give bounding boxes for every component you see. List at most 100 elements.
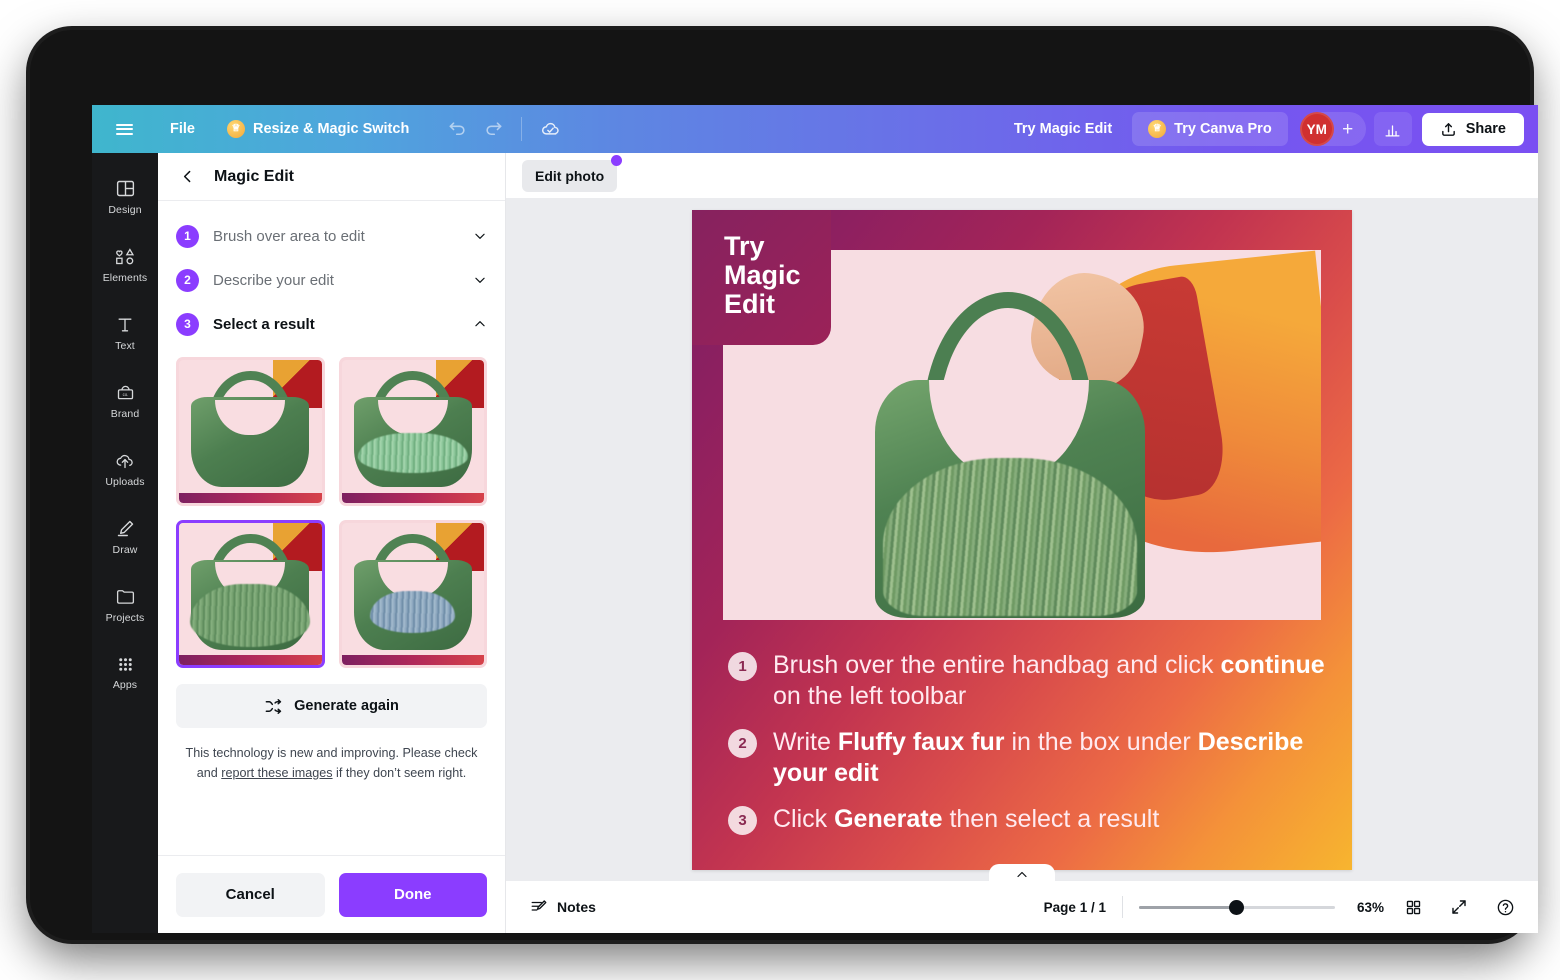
sidebar-label-elements: Elements	[102, 272, 148, 284]
share-button[interactable]: Share	[1421, 112, 1524, 146]
design-step-text-3: Click Generate then select a result	[773, 805, 1160, 833]
chevron-left-icon[interactable]	[176, 166, 198, 188]
zoom-slider[interactable]	[1138, 899, 1335, 915]
text-t-icon	[118, 318, 132, 331]
disclaimer-text: This technology is new and improving. Pl…	[180, 744, 483, 783]
edit-photo-label: Edit photo	[535, 167, 605, 184]
sidebar-item-design[interactable]: Design	[92, 163, 158, 231]
canvas-area: Edit photo Try Magic Edit 1 Brush over t…	[506, 153, 1538, 933]
draw-pen-icon	[117, 520, 133, 537]
undo-redo-group	[439, 111, 511, 147]
bottom-status-bar: Notes Page 1 / 1 63%	[506, 881, 1538, 933]
resize-magic-switch-button[interactable]: ♕ Resize & Magic Switch	[215, 113, 421, 145]
result-thumbnail-plain	[179, 360, 322, 503]
expand-fullscreen-icon[interactable]	[1442, 890, 1476, 924]
shuffle-icon	[265, 698, 282, 714]
cancel-button[interactable]: Cancel	[176, 872, 325, 917]
panel-footer: Cancel Done	[158, 855, 505, 933]
step-row-select-result[interactable]: 3 Select a result	[158, 305, 505, 343]
zoom-slider-fill	[1138, 905, 1234, 909]
top-toolbar: File ♕ Resize & Magic Switch Try Magic E…	[92, 105, 1538, 153]
purple-dot-indicator	[611, 154, 623, 166]
collapse-panel-tab[interactable]	[989, 864, 1055, 881]
sidebar-item-brand[interactable]: co. Brand	[92, 367, 158, 435]
sidebar-item-draw[interactable]: Draw	[92, 503, 158, 571]
grid-view-icon[interactable]	[1396, 890, 1430, 924]
design-step-1: 1 Brush over the entire handbag and clic…	[728, 650, 1326, 711]
design-step-number-3: 3	[728, 806, 757, 835]
share-label: Share	[1465, 121, 1506, 137]
step-row-brush[interactable]: 1 Brush over area to edit	[158, 217, 505, 255]
result-thumbnail-blue-fur	[341, 522, 484, 665]
try-magic-edit-button[interactable]: Try Magic Edit	[1000, 113, 1126, 145]
done-button[interactable]: Done	[338, 872, 487, 917]
sidebar-label-apps: Apps	[112, 679, 138, 691]
undo-icon[interactable]	[439, 111, 475, 147]
analytics-bar-chart-icon[interactable]	[1373, 112, 1412, 146]
toolbar-divider	[521, 117, 523, 141]
left-rail: Design Elements Text co. Brand Uploads D…	[92, 153, 158, 933]
sidebar-item-apps[interactable]: Apps	[92, 639, 158, 707]
try-canva-pro-button[interactable]: ♕ Try Canva Pro	[1132, 112, 1288, 146]
step-row-describe[interactable]: 2 Describe your edit	[158, 261, 505, 299]
sidebar-item-uploads[interactable]: Uploads	[92, 435, 158, 503]
zoom-percentage: 63%	[1356, 899, 1384, 915]
avatar-group[interactable]: YM +	[1299, 112, 1366, 146]
report-these-images-link[interactable]: report these images	[221, 766, 332, 780]
result-tile-4[interactable]	[338, 519, 487, 668]
result-tile-3[interactable]	[176, 519, 325, 668]
result-tile-1[interactable]	[176, 357, 325, 506]
generate-again-button[interactable]: Generate again	[176, 684, 487, 728]
redo-icon[interactable]	[475, 111, 511, 147]
page-title: Magic Edit	[214, 167, 295, 185]
design-step-text-2: Write Fluffy faux fur in the box under D…	[773, 728, 1304, 787]
design-step-number-2: 2	[728, 729, 757, 758]
sidebar-item-elements[interactable]: Elements	[92, 231, 158, 299]
crown-icon: ♕	[1148, 120, 1167, 138]
cloud-check-icon[interactable]	[532, 111, 568, 147]
edit-photo-button[interactable]: Edit photo	[522, 154, 623, 192]
design-layout-icon	[116, 180, 134, 197]
try-magic-edit-badge: Try Magic Edit	[692, 210, 831, 346]
design-page[interactable]: Try Magic Edit 1 Brush over the entire h…	[692, 210, 1352, 870]
design-step-text-1: Brush over the entire handbag and click …	[773, 651, 1325, 710]
sidebar-label-draw: Draw	[112, 544, 138, 556]
result-tile-2[interactable]	[338, 357, 487, 506]
sidebar-item-projects[interactable]: Projects	[92, 571, 158, 639]
chevron-up-icon	[1017, 871, 1027, 878]
result-thumbnail-mint-fur	[341, 360, 484, 503]
elements-shapes-icon	[115, 248, 134, 265]
disclaimer-suffix: if they don’t seem right.	[332, 765, 467, 780]
share-upload-icon	[1441, 122, 1455, 136]
avatar[interactable]: YM	[1299, 112, 1334, 146]
help-question-icon[interactable]	[1488, 890, 1522, 924]
panel-body: 1 Brush over area to edit 2 Describe you…	[158, 201, 505, 855]
sidebar-label-uploads: Uploads	[105, 476, 145, 488]
step-badge-2: 2	[176, 268, 199, 292]
step-badge-1: 1	[176, 224, 199, 248]
projects-folder-icon	[116, 590, 134, 604]
crown-icon: ♕	[226, 120, 245, 138]
hamburger-icon[interactable]	[106, 111, 142, 147]
sidebar-label-projects: Projects	[105, 612, 145, 624]
magic-edit-panel: Magic Edit 1 Brush over area to edit 2 D…	[158, 153, 506, 933]
canvas-stage[interactable]: Try Magic Edit 1 Brush over the entire h…	[506, 199, 1538, 881]
panel-header: Magic Edit	[158, 153, 505, 201]
device-bezel: File ♕ Resize & Magic Switch Try Magic E…	[30, 30, 1538, 940]
app-screen: File ♕ Resize & Magic Switch Try Magic E…	[92, 105, 1538, 933]
zoom-slider-thumb[interactable]	[1229, 899, 1245, 915]
notes-button[interactable]: Notes	[522, 892, 604, 922]
add-collaborator-button[interactable]: +	[1334, 120, 1362, 139]
sidebar-item-text[interactable]: Text	[92, 299, 158, 367]
step-label-describe: Describe your edit	[213, 271, 334, 289]
results-grid	[158, 349, 505, 668]
notes-label: Notes	[557, 899, 596, 915]
apps-grid-icon	[118, 658, 132, 671]
canvas-toolbar: Edit photo	[506, 153, 1538, 199]
page-indicator: Page 1 / 1	[1043, 899, 1106, 915]
notes-pencil-icon	[531, 900, 547, 911]
chevron-down-icon	[475, 233, 485, 239]
step-badge-3: 3	[176, 312, 199, 336]
handbag-fur-graphic	[883, 458, 1137, 616]
file-menu-button[interactable]: File	[158, 114, 207, 144]
